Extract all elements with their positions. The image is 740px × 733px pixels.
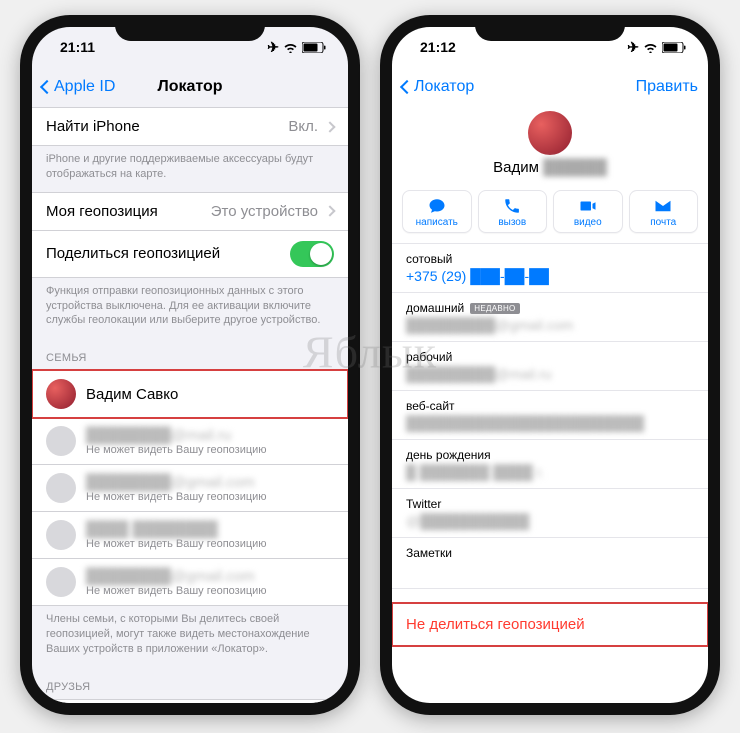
airplane-icon: ✈︎ [267,39,279,56]
notes-label: Заметки [406,546,694,560]
status-icons: ✈︎ [627,39,686,56]
contact-name: Вадим ██████ [392,159,708,176]
family-member[interactable]: ████████@gmail.com Не может видеть Вашу … [32,559,348,606]
mobile-value: +375 (29) ███-██-██ [406,268,694,284]
twitter-value: @███████████ [406,513,694,529]
family-note: Члены семьи, с которыми Вы делитесь свое… [32,606,348,667]
battery-icon [302,42,326,53]
family-name: ████████@gmail.com [86,474,267,491]
stop-sharing-button[interactable]: Не делиться геопозицией [392,603,708,646]
wifi-icon [643,42,658,53]
phone-right: 21:12 ✈︎ Локатор Править Вадим [380,15,720,715]
battery-icon [662,42,686,53]
avatar [46,379,76,409]
status-time: 21:11 [60,39,95,55]
twitter-row[interactable]: Twitter @███████████ [392,489,708,538]
action-row: написать вызов видео почта [392,184,708,243]
home-label: домашний НЕДАВНО [406,301,694,315]
family-name: ████████@mail.ru [86,427,267,444]
notes-row[interactable]: Заметки [392,538,708,588]
share-location-note: Функция отправки геопозиционных данных с… [32,278,348,339]
chevron-right-icon [324,206,335,217]
share-location-label: Поделиться геопозицией [46,245,220,262]
family-member[interactable]: ████████@gmail.com Не может видеть Вашу … [32,465,348,512]
avatar [46,567,76,597]
family-sub: Не может видеть Вашу геопозицию [86,491,267,503]
family-sub: Не может видеть Вашу геопозицию [86,585,267,597]
birthday-value: █ ███████ ████ г. [406,464,694,480]
recent-badge: НЕДАВНО [470,303,519,314]
family-sub: Не может видеть Вашу геопозицию [86,538,267,550]
video-icon [579,197,597,215]
website-value: ████████████████████████ [406,415,694,431]
family-name: ████████@gmail.com [86,568,267,585]
message-icon [428,197,446,215]
my-location-value: Это устройство [211,203,318,220]
share-location-cell[interactable]: Поделиться геопозицией [32,231,348,278]
back-label: Apple ID [54,78,115,96]
friends-header: ДРУЗЬЯ [32,667,348,699]
work-label: рабочий [406,350,694,364]
family-member-highlighted[interactable]: Вадим Савко [32,370,348,418]
website-label: веб-сайт [406,399,694,413]
chevron-left-icon [40,80,54,94]
screen-right: 21:12 ✈︎ Локатор Править Вадим [392,27,708,703]
notch [115,15,265,41]
find-iphone-value: Вкл. [288,118,318,135]
screen-left: 21:11 ✈︎ Apple ID Локатор Найти iPhone [32,27,348,703]
chevron-left-icon [400,80,414,94]
chevron-right-icon [324,121,335,132]
twitter-label: Twitter [406,497,694,511]
nav-bar: Apple ID Локатор [32,67,348,107]
birthday-row[interactable]: день рождения █ ███████ ████ г. [392,440,708,489]
wifi-icon [283,42,298,53]
avatar [46,473,76,503]
find-iphone-label: Найти iPhone [46,118,140,135]
edit-button[interactable]: Править [636,78,698,96]
avatar [46,520,76,550]
airplane-icon: ✈︎ [627,39,639,56]
status-time: 21:12 [420,39,456,55]
family-member[interactable]: ████ ████████ Не может видеть Вашу геопо… [32,512,348,559]
find-iphone-cell[interactable]: Найти iPhone Вкл. [32,107,348,146]
family-sub: Не может видеть Вашу геопозицию [86,444,267,456]
contact-details: сотовый +375 (29) ███-██-██ домашний НЕД… [392,243,708,589]
home-value: █████████@gmail.com [406,317,694,333]
contact-header: Вадим ██████ [392,107,708,184]
status-icons: ✈︎ [267,39,326,56]
mail-icon [654,197,672,215]
phone-icon [503,197,521,215]
birthday-label: день рождения [406,448,694,462]
phone-left: 21:11 ✈︎ Apple ID Локатор Найти iPhone [20,15,360,715]
mail-button[interactable]: почта [629,190,699,233]
video-button[interactable]: видео [553,190,623,233]
friend-item[interactable]: One Love [32,699,348,703]
call-button[interactable]: вызов [478,190,548,233]
family-name: ████ ████████ [86,521,267,538]
family-name: Вадим Савко [86,386,178,403]
back-button[interactable]: Apple ID [42,78,115,96]
message-button[interactable]: написать [402,190,472,233]
work-row[interactable]: рабочий █████████@mail.ru [392,342,708,391]
family-header: СЕМЬЯ [32,338,348,370]
my-location-cell[interactable]: Моя геопозиция Это устройство [32,192,348,231]
back-label: Локатор [414,78,474,96]
family-member[interactable]: ████████@mail.ru Не может видеть Вашу ге… [32,418,348,465]
page-title: Локатор [157,78,222,96]
avatar [46,426,76,456]
mobile-label: сотовый [406,252,694,266]
nav-bar: Локатор Править [392,67,708,107]
my-location-label: Моя геопозиция [46,203,158,220]
work-value: █████████@mail.ru [406,366,694,382]
settings-content[interactable]: Найти iPhone Вкл. iPhone и другие поддер… [32,107,348,703]
contact-content[interactable]: Вадим ██████ написать вызов в [392,107,708,703]
mobile-row[interactable]: сотовый +375 (29) ███-██-██ [392,244,708,293]
home-row[interactable]: домашний НЕДАВНО █████████@gmail.com [392,293,708,342]
back-button[interactable]: Локатор [402,78,474,96]
share-location-toggle[interactable] [290,241,334,267]
contact-avatar[interactable] [528,111,572,155]
find-iphone-note: iPhone и другие поддерживаемые аксессуар… [32,146,348,192]
notch [475,15,625,41]
website-row[interactable]: веб-сайт ████████████████████████ [392,391,708,440]
